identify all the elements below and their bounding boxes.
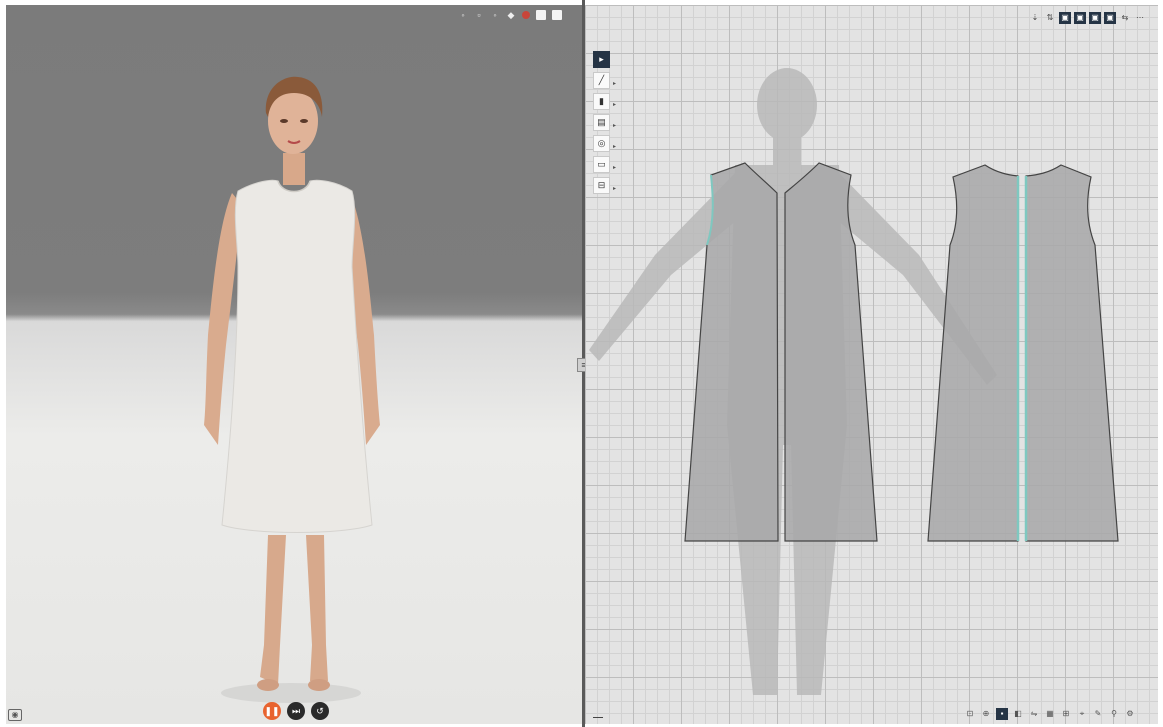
caret-right-icon[interactable]: ▸ xyxy=(613,98,616,113)
caret-right-icon[interactable]: ▸ xyxy=(613,119,616,134)
simulation-step-button[interactable]: ⏭ xyxy=(287,702,305,720)
layers-icon[interactable] xyxy=(552,10,562,20)
2d-view-avatar[interactable]: ▣ xyxy=(1089,12,1101,24)
caret-right-icon[interactable]: ▸ xyxy=(613,77,616,92)
line-icon: ╱ xyxy=(598,75,605,85)
line-tool[interactable]: ╱ ▸ xyxy=(593,72,616,89)
simulation-play-button[interactable]: ❚❚ xyxy=(263,702,281,720)
segment-icon: ▮ xyxy=(599,96,604,106)
3d-toolbar: ◦ ▫ ◦ ◆ xyxy=(458,8,562,22)
fit-view-button[interactable]: ⊡ xyxy=(964,708,976,720)
segment-tool[interactable]: ▮ ▸ xyxy=(593,93,616,110)
color-icon[interactable]: ◆ xyxy=(506,10,516,20)
grid-button[interactable]: ▦ xyxy=(1044,708,1056,720)
caret-right-icon[interactable]: ▸ xyxy=(613,161,616,176)
texture-icon[interactable]: ◦ xyxy=(490,10,500,20)
pin-tool[interactable]: ⊟ ▸ xyxy=(593,177,616,194)
simulation-controls: ❚❚ ⏭ ↺ xyxy=(263,702,329,720)
reset-icon: ↺ xyxy=(316,706,324,716)
select-icon: ▸ xyxy=(599,54,604,64)
zoom-button[interactable]: ⚲ xyxy=(1108,708,1120,720)
settings-button[interactable]: ⚙ xyxy=(1124,708,1136,720)
pen-button[interactable]: ✎ xyxy=(1092,708,1104,720)
screenshot-icon[interactable] xyxy=(536,10,546,20)
step-icon: ⏭ xyxy=(291,706,301,716)
scale-bar xyxy=(593,710,603,718)
3d-scene[interactable] xyxy=(6,5,582,724)
simulation-reset-button[interactable]: ↺ xyxy=(311,702,329,720)
camera-icon[interactable]: ◉ xyxy=(8,709,22,721)
2d-view-thumbnail[interactable]: ▣ xyxy=(1059,12,1071,24)
pin-icon[interactable]: ◦ xyxy=(458,10,468,20)
2d-view-sewing[interactable]: ⇆ xyxy=(1119,12,1131,24)
3d-viewport[interactable]: ◦ ▫ ◦ ◆ ❚❚ ⏭ ↺ ◉ xyxy=(6,5,582,724)
caret-right-icon[interactable]: ▸ xyxy=(613,140,616,155)
2d-select-mode[interactable]: ⇣ xyxy=(1029,12,1041,24)
zoom-in-button[interactable]: ⊕ xyxy=(980,708,992,720)
fill-button[interactable]: ◧ xyxy=(1012,708,1024,720)
2d-bottom-toolbar: ⊡ ⊕ ▪ ◧ ⇋ ▦ ⊞ ⌖ ✎ ⚲ ⚙ xyxy=(964,708,1136,720)
pin-icon: ⊟ xyxy=(597,180,606,190)
view-mode-button[interactable]: ▪ xyxy=(996,708,1008,720)
circle-tool[interactable]: ◎ ▸ xyxy=(593,135,616,152)
dress-garment[interactable] xyxy=(221,179,373,533)
2d-view-grading[interactable]: ▣ xyxy=(1074,12,1086,24)
sewing-icon: ▭ xyxy=(597,159,606,169)
sewing-tool[interactable]: ▭ ▸ xyxy=(593,156,616,173)
measure-button[interactable]: ⌖ xyxy=(1076,708,1088,720)
caret-right-icon[interactable]: ▸ xyxy=(613,182,616,197)
pause-icon: ❚❚ xyxy=(264,706,280,716)
2d-top-toolbar: ⇣ ⇅ ▣ ▣ ▣ ▣ ⇆ ⋯ xyxy=(1029,12,1146,24)
2d-view-more[interactable]: ⋯ xyxy=(1134,12,1146,24)
2d-transform-mode[interactable]: ⇅ xyxy=(1044,12,1056,24)
2d-pattern-canvas[interactable] xyxy=(585,5,1158,724)
2d-tool-palette: ▸ ╱ ▸ ▮ ▸ ▤ ▸ ◎ ▸ ▭ ▸ ⊟ ▸ xyxy=(593,51,616,194)
2d-view-piece[interactable]: ▣ xyxy=(1104,12,1116,24)
guide-button[interactable]: ⊞ xyxy=(1060,708,1072,720)
avatar-shadow xyxy=(221,683,361,703)
pattern-back-left[interactable] xyxy=(927,164,1020,542)
record-icon[interactable] xyxy=(522,11,530,19)
pattern-back-right[interactable] xyxy=(1024,164,1119,542)
select-tool[interactable]: ▸ xyxy=(593,51,610,68)
circle-icon: ◎ xyxy=(597,138,606,148)
mirror-button[interactable]: ⇋ xyxy=(1028,708,1040,720)
pattern-icon: ▤ xyxy=(597,117,606,127)
display-icon[interactable]: ▫ xyxy=(474,10,484,20)
2d-pattern-viewport[interactable]: ⇣ ⇅ ▣ ▣ ▣ ▣ ⇆ ⋯ ▸ ╱ ▸ ▮ ▸ ▤ ▸ ◎ ▸ ▭ ▸ ⊟ ▸ ⊡ ⊕ ▪ ◧ ⇋ ▦ ⊞ ⌖ ✎ ⚲ ⚙ xyxy=(585,5,1158,724)
pattern-tool[interactable]: ▤ ▸ xyxy=(593,114,616,131)
